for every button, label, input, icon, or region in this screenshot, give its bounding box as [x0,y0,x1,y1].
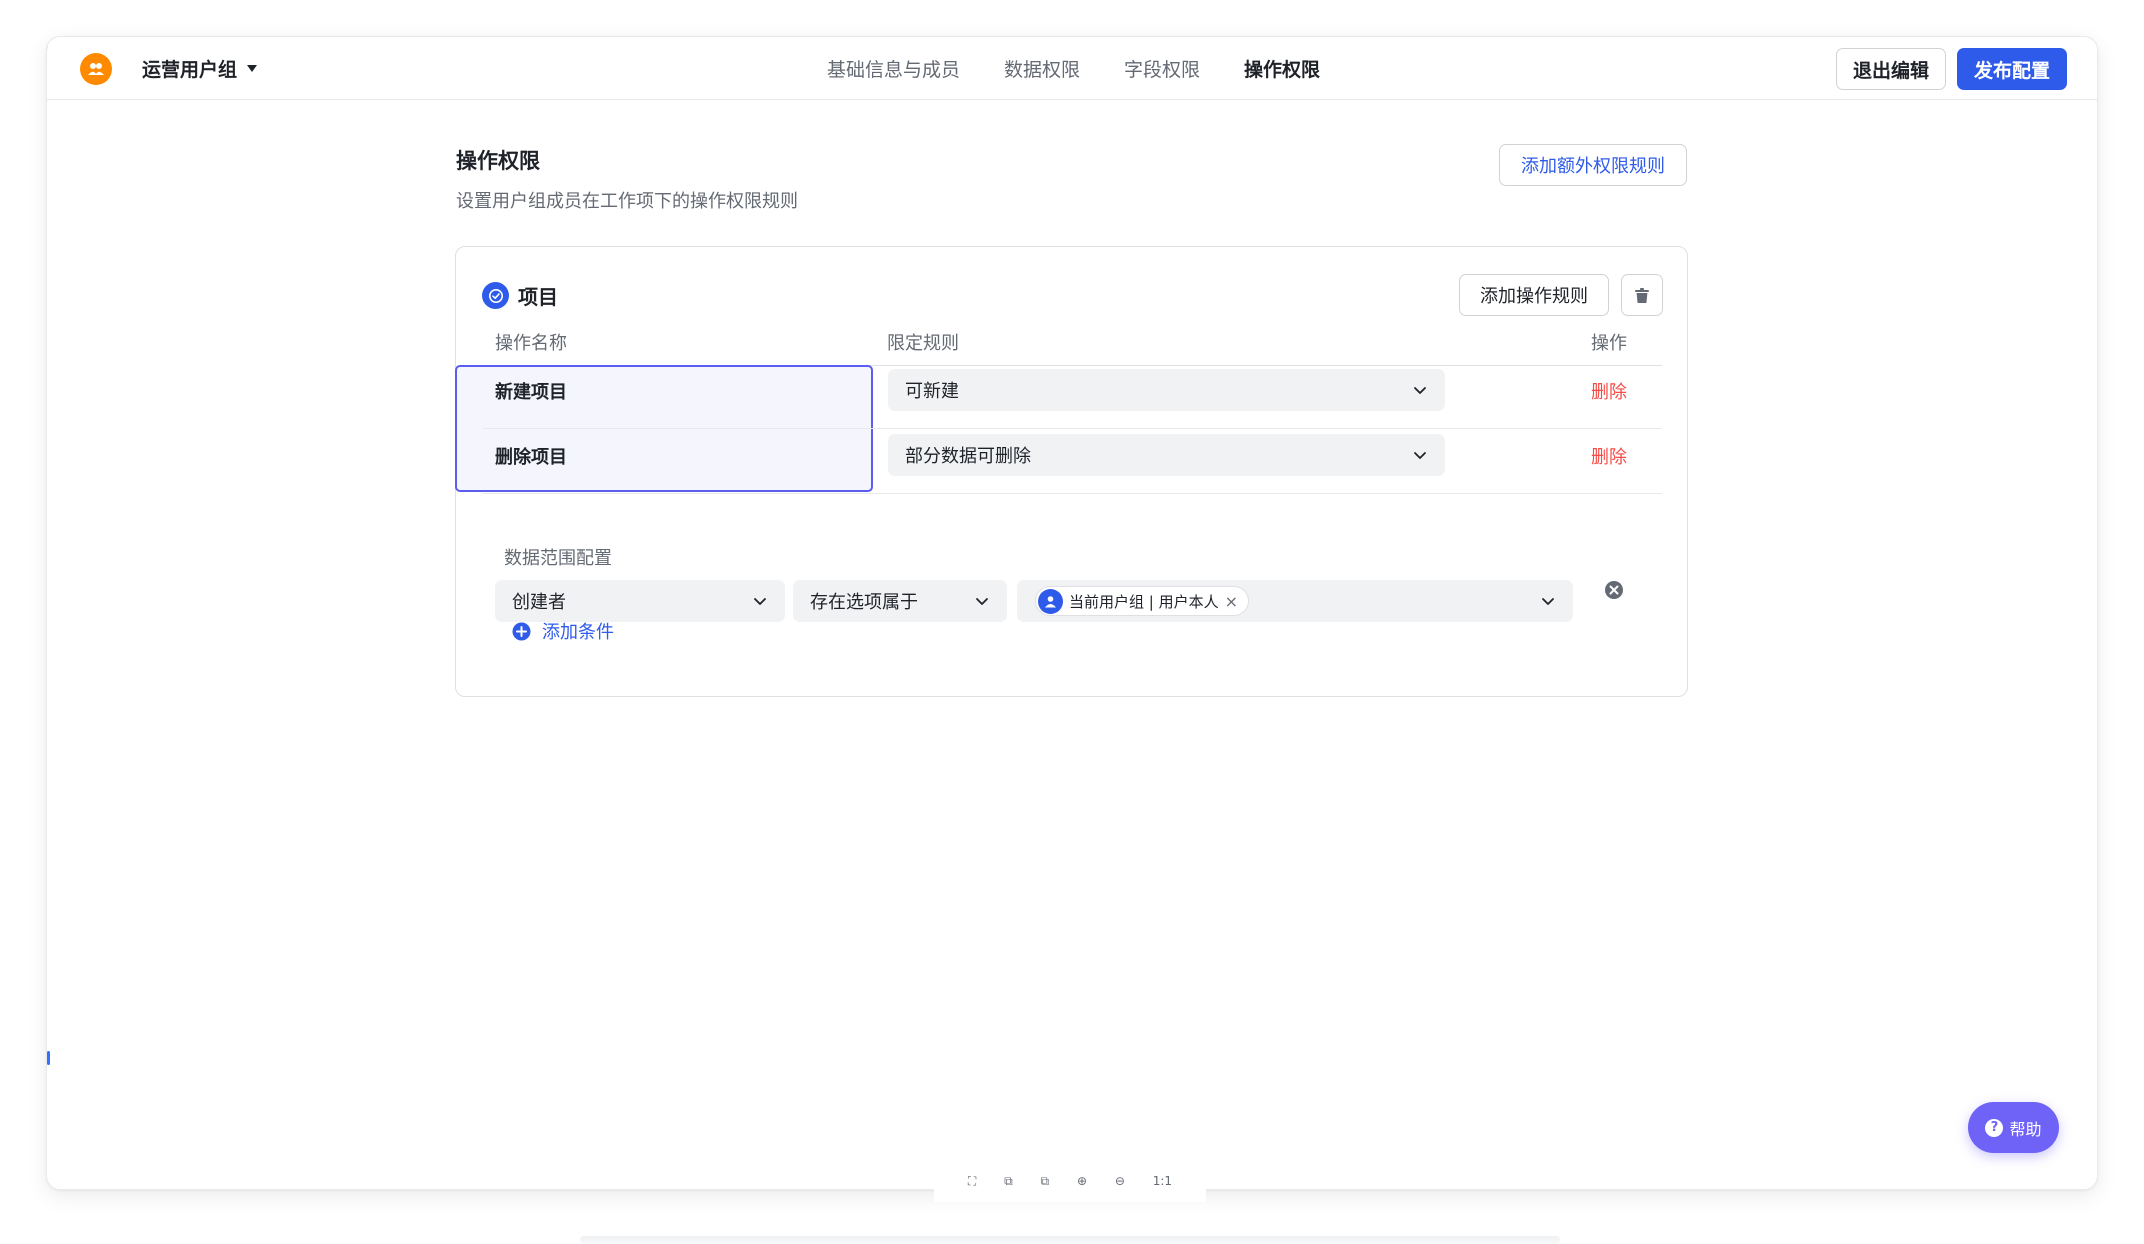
check-circle-icon [482,282,509,309]
side-accent-marker [47,1051,50,1065]
zoom-in-icon[interactable]: ⊕ [1077,1174,1087,1188]
scope-value-select[interactable]: 当前用户组 | 用户本人 × [1017,580,1573,622]
chevron-down-icon [1414,452,1426,459]
value-tag-label: 当前用户组 | 用户本人 [1069,592,1219,611]
chevron-down-icon [754,598,766,605]
zoom-toolbar: ⛶ ⧉ ⧉ ⊕ ⊖ 1:1 [934,1160,1206,1202]
chevron-down-icon [1414,387,1426,394]
data-scope-label: 数据范围配置 [504,548,612,569]
card-title-label: 项目 [518,285,558,309]
zoom-out-icon[interactable]: ⊖ [1115,1174,1125,1188]
tab-data-permission[interactable]: 数据权限 [1004,55,1080,82]
scope-operator-value: 存在选项属于 [810,592,918,613]
delete-card-button[interactable] [1621,274,1663,316]
rule-select-create-value: 可新建 [905,381,959,402]
trash-icon [1635,287,1649,303]
delete-row-create-link[interactable]: 删除 [1591,378,1627,404]
add-operation-rule-button[interactable]: 添加操作规则 [1459,274,1609,316]
group-name-label: 运营用户组 [142,59,238,81]
tag-close-icon[interactable]: × [1225,592,1238,611]
tab-basic-info-members[interactable]: 基础信息与成员 [827,55,960,82]
rule-select-delete[interactable]: 部分数据可删除 [888,434,1445,476]
clear-condition-icon[interactable] [1604,580,1624,600]
row-divider [483,428,1662,429]
user-icon [1038,588,1063,614]
tab-operation-permission[interactable]: 操作权限 [1244,55,1320,82]
bottom-shadow [580,1236,1560,1244]
fullscreen-icon[interactable]: ⛶ [968,1174,976,1189]
page-title: 操作权限 [456,149,540,173]
permission-card: 项目 添加操作规则 操作名称 限定规则 操作 新建项目 可新建 删除 删除项目 … [455,246,1688,697]
page-description: 设置用户组成员在工作项下的操作权限规则 [456,191,798,212]
row-divider [483,493,1662,494]
rule-select-create[interactable]: 可新建 [888,369,1445,411]
help-label: 帮助 [2009,1119,2042,1139]
add-extra-rule-button[interactable]: 添加额外权限规则 [1499,144,1687,186]
caret-down-icon [247,65,258,72]
column-header-action: 操作 [1591,333,1627,354]
exit-edit-button[interactable]: 退出编辑 [1836,48,1946,90]
scope-operator-select[interactable]: 存在选项属于 [793,580,1007,622]
app-window: 运营用户组 基础信息与成员 数据权限 字段权限 操作权限 退出编辑 发布配置 操… [46,36,2098,1190]
row-name-delete-project: 删除项目 [495,447,567,468]
value-tag: 当前用户组 | 用户本人 × [1035,586,1249,616]
help-icon: ? [1985,1118,2004,1137]
scope-field-select[interactable]: 创建者 [495,580,785,622]
chevron-down-icon [976,598,988,605]
publish-config-button[interactable]: 发布配置 [1957,48,2067,90]
rotate-right-icon[interactable]: ⧉ [1041,1174,1050,1189]
chevron-down-icon [1542,598,1554,605]
group-avatar-icon [80,53,112,85]
tab-bar: 基础信息与成员 数据权限 字段权限 操作权限 [827,37,1320,99]
plus-circle-icon [512,622,531,640]
tab-field-permission[interactable]: 字段权限 [1124,55,1200,82]
delete-row-delete-link[interactable]: 删除 [1591,443,1627,469]
card-title: 项目 [482,281,558,310]
actual-size-button[interactable]: 1:1 [1153,1174,1172,1188]
column-header-operation-name: 操作名称 [495,333,567,354]
group-selector[interactable]: 运营用户组 [142,55,258,82]
row-name-create-project: 新建项目 [495,382,567,403]
add-condition-button[interactable]: 添加条件 [512,618,614,644]
column-header-rule: 限定规则 [887,333,959,354]
rotate-left-icon[interactable]: ⧉ [1004,1174,1013,1189]
rule-select-delete-value: 部分数据可删除 [905,446,1031,467]
top-bar: 运营用户组 基础信息与成员 数据权限 字段权限 操作权限 退出编辑 发布配置 [47,37,2097,100]
help-button[interactable]: ? 帮助 [1968,1102,2059,1153]
scope-field-value: 创建者 [512,592,566,613]
add-condition-label: 添加条件 [542,622,614,643]
